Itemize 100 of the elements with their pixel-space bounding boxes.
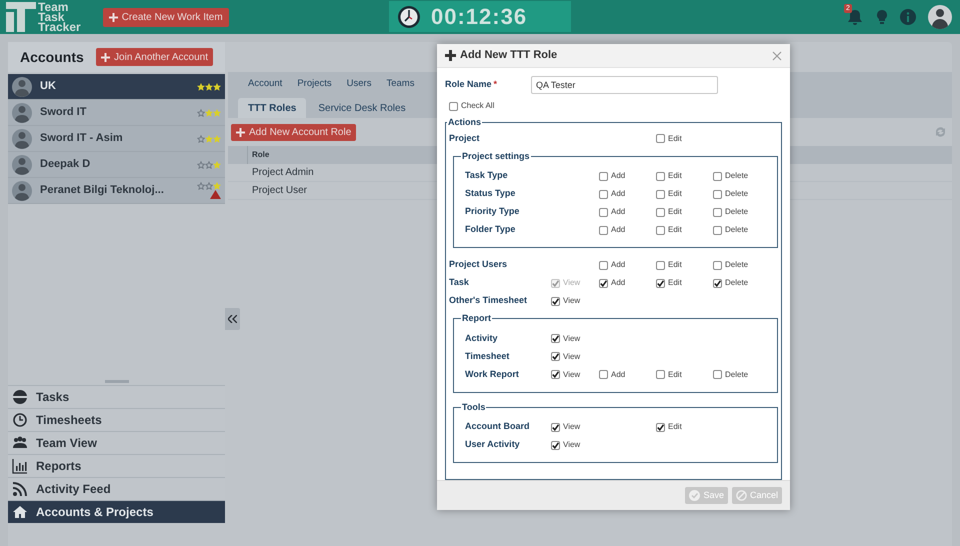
checkbox-label: Delete <box>725 206 748 218</box>
nav-item[interactable]: Accounts & Projects <box>8 500 225 523</box>
bell-icon[interactable] <box>846 8 864 26</box>
account-name: UK <box>40 79 56 94</box>
checkbox[interactable] <box>599 370 608 379</box>
plus-icon <box>101 52 110 62</box>
table-cell-text: Project Admin <box>252 166 314 180</box>
star-icon <box>213 160 221 168</box>
checkbox[interactable] <box>713 226 722 234</box>
collapse-button[interactable] <box>225 308 240 330</box>
checkbox-label: View <box>563 350 580 362</box>
account-item[interactable]: Sword IT - Asim <box>8 126 225 152</box>
permission-label: Project Users <box>449 258 508 272</box>
checkbox-label: Edit <box>668 224 682 236</box>
bar-chart-icon <box>12 458 28 474</box>
checkbox[interactable] <box>656 172 665 180</box>
checkbox[interactable] <box>713 172 722 180</box>
required-mark: * <box>494 78 498 92</box>
join-account-button[interactable]: Join Another Account <box>96 48 213 66</box>
account-name: Peranet Bilgi Teknoloj... <box>40 183 164 198</box>
checkbox[interactable] <box>656 208 665 216</box>
checkmark-icon <box>600 280 607 286</box>
checkbox[interactable] <box>599 278 608 288</box>
checkbox[interactable] <box>449 102 458 110</box>
checkbox[interactable] <box>599 260 608 270</box>
info-icon[interactable] <box>900 9 916 25</box>
tab[interactable]: Projects <box>297 76 332 92</box>
account-item[interactable]: UK <box>8 74 225 100</box>
checkbox-label: Edit <box>668 259 682 271</box>
create-work-item-button[interactable]: Create New Work Item <box>102 8 229 26</box>
checkbox[interactable] <box>713 278 722 288</box>
fieldset-legend: Tools <box>461 400 486 414</box>
checkbox[interactable] <box>713 190 722 198</box>
checkbox[interactable] <box>551 422 560 432</box>
checkbox[interactable] <box>656 422 665 432</box>
checkbox-label: Delete <box>725 368 748 380</box>
logo-text: Tracker <box>38 22 81 32</box>
permission-label: Activity <box>465 332 499 345</box>
tab[interactable]: Users <box>346 76 372 92</box>
nav-item[interactable]: Reports <box>8 454 225 477</box>
checkbox-label: View <box>563 295 580 307</box>
cancel-icon <box>736 490 747 501</box>
add-account-role-button[interactable]: Add New Account Role <box>231 124 356 140</box>
checkbox[interactable] <box>599 208 608 216</box>
dialog-title: Add New TTT Role <box>460 48 558 64</box>
checkbox[interactable] <box>656 190 665 198</box>
close-button[interactable] <box>772 50 782 60</box>
close-icon <box>772 50 782 60</box>
tab[interactable]: Teams <box>386 76 414 92</box>
panel-title: Accounts <box>20 48 84 66</box>
checkbox-label: Edit <box>668 277 682 289</box>
field-label: Role Name <box>445 78 492 92</box>
checkbox[interactable] <box>656 134 665 143</box>
permission-label: Priority Type <box>465 205 520 218</box>
checkbox-label: View <box>563 277 580 289</box>
account-name: Deepak D <box>40 157 90 172</box>
checkmark-icon <box>657 424 664 430</box>
resize-handle-icon[interactable] <box>104 380 128 382</box>
checkbox[interactable] <box>551 440 560 450</box>
account-name: Sword IT - Asim <box>40 131 123 146</box>
checkbox-label: Add <box>611 224 626 236</box>
plus-icon <box>236 128 245 136</box>
logo-text: Team <box>38 2 70 12</box>
tab[interactable]: TTT Roles <box>238 98 306 118</box>
tab[interactable]: Account <box>248 76 282 92</box>
checkbox-label: Delete <box>725 170 748 182</box>
checkbox[interactable] <box>656 278 665 288</box>
account-item[interactable]: Sword IT <box>8 100 225 126</box>
checkbox[interactable] <box>713 208 722 216</box>
checkbox-label: View <box>563 439 580 451</box>
checkbox[interactable] <box>713 260 722 270</box>
checkbox[interactable] <box>599 226 608 234</box>
clock-icon <box>12 412 28 428</box>
lightbulb-icon[interactable] <box>876 9 888 25</box>
checkbox[interactable] <box>656 226 665 234</box>
checkbox[interactable] <box>656 370 665 379</box>
account-item[interactable]: Deepak D <box>8 152 225 178</box>
column-header: Role <box>251 149 270 161</box>
checkbox[interactable] <box>599 190 608 198</box>
checkbox[interactable] <box>713 370 722 379</box>
timer-text: 00:12:36 <box>431 3 528 31</box>
input-field[interactable]: QA Tester <box>531 76 718 94</box>
account-item[interactable]: Peranet Bilgi Teknoloj... <box>8 178 225 204</box>
checkbox-label: Add <box>611 259 626 271</box>
checkmark-icon <box>714 280 721 286</box>
checkmark-icon <box>689 490 700 501</box>
checkbox[interactable] <box>656 260 665 270</box>
checkbox[interactable] <box>551 352 560 361</box>
checkbox-label: Check All <box>461 100 494 112</box>
tab[interactable]: Service Desk Roles <box>308 98 416 118</box>
permission-label: Task <box>449 276 470 290</box>
checkbox[interactable] <box>599 172 608 180</box>
checkbox[interactable] <box>551 334 560 343</box>
permission-label: Other's Timesheet <box>449 294 528 308</box>
checkmark-icon <box>552 353 559 360</box>
star-icon <box>213 182 221 190</box>
checkbox[interactable] <box>551 296 560 306</box>
checkbox-label: Edit <box>668 188 682 200</box>
home-icon <box>12 504 28 520</box>
checkbox[interactable] <box>551 370 560 379</box>
